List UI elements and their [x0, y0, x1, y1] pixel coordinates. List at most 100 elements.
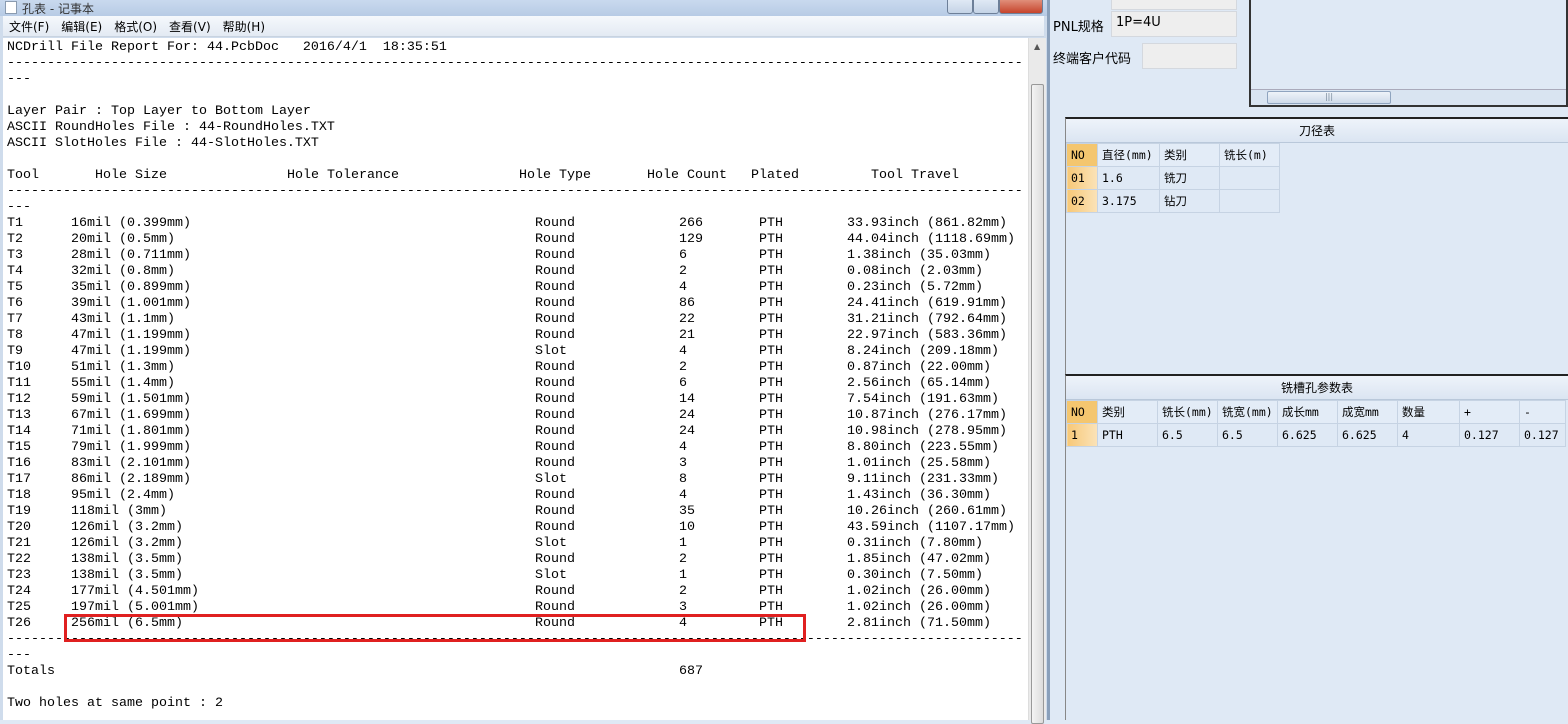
table-row-text: 3: [679, 456, 687, 471]
menu-help[interactable]: 帮助(H): [223, 18, 265, 35]
menu-file[interactable]: 文件(F): [9, 18, 49, 35]
horizontal-scrollbar[interactable]: |||: [1251, 89, 1566, 105]
table-row-text: PTH: [759, 296, 783, 311]
table-row: T1 16mil (0.399mm) Round 266 PTH 33.93inch (8…: [7, 216, 1024, 232]
table-row-text: T8: [7, 328, 23, 343]
table-row-text: 6: [679, 376, 687, 391]
table-row-text: 0.30inch (7.50mm): [847, 568, 983, 583]
table-row-text: T9: [7, 344, 23, 359]
table-row-text: T25: [7, 600, 31, 615]
table-row-text: 55mil (1.4mm): [71, 376, 175, 391]
table-row-text: Round: [535, 376, 575, 391]
column-headers-text: Tool Travel: [871, 168, 959, 183]
customer-code-field[interactable]: [1142, 43, 1237, 69]
table-row[interactable]: 1 PTH 6.5 6.5 6.625 6.625 4 0.127 0.127: [1066, 423, 1566, 447]
table-row-text: T19: [7, 504, 31, 519]
table-row-text: T11: [7, 376, 31, 391]
table-cell[interactable]: 6.625: [1337, 423, 1398, 447]
table-row-text: Slot: [535, 472, 567, 487]
table-row-text: Round: [535, 456, 575, 471]
table-row-text: Round: [535, 584, 575, 599]
table-row-text: Slot: [535, 568, 567, 583]
text-editor[interactable]: NCDrill File Report For: 44.PcbDoc 2016/…: [3, 38, 1028, 720]
table-row-text: 7.54inch (191.63mm): [847, 392, 999, 407]
table-cell[interactable]: [1219, 166, 1280, 190]
table-cell[interactable]: 01: [1066, 166, 1098, 190]
table-row-text: PTH: [759, 504, 783, 519]
table-cell[interactable]: PTH: [1097, 423, 1158, 447]
table-row-text: 4: [679, 344, 687, 359]
table-row: T9 47mil (1.199mm) Slot 4 PTH 8.24inch (209.1…: [7, 344, 1024, 360]
table-row-text: 138mil (3.5mm): [71, 568, 183, 583]
title-bar: 孔表 - 记事本: [0, 0, 1047, 16]
table-row-text: Round: [535, 232, 575, 247]
table-row-text: 67mil (1.699mm): [71, 408, 191, 423]
table-cell[interactable]: 钻刀: [1159, 189, 1220, 213]
table-row-text: 86mil (2.189mm): [71, 472, 191, 487]
minimize-button[interactable]: [947, 0, 973, 14]
table-row-text: Round: [535, 216, 575, 231]
table-row: T25 197mil (5.001mm) Round 3 PTH 1.02inch (26…: [7, 600, 1024, 616]
close-button[interactable]: [999, 0, 1043, 14]
table-row-text: PTH: [759, 424, 783, 439]
table-row-text: T16: [7, 456, 31, 471]
table-row-text: 129: [679, 232, 703, 247]
table-cell[interactable]: 0.127: [1459, 423, 1520, 447]
table-cell[interactable]: 6.5: [1217, 423, 1278, 447]
column-headers-text: Hole Size: [95, 168, 167, 183]
table-row-text: 1: [679, 536, 687, 551]
customer-code-label: 终端客户代码: [1053, 52, 1132, 67]
column-header: 成长mm: [1277, 400, 1338, 424]
table-row-text: 8.80inch (223.55mm): [847, 440, 999, 455]
blank: [7, 680, 1024, 696]
dash-line: ---: [7, 648, 1024, 664]
scroll-thumb[interactable]: |||: [1267, 91, 1391, 104]
table-cell[interactable]: 3.175: [1097, 189, 1160, 213]
column-headers: Tool Hole Size Hole Tolerance Hole Type Hole…: [7, 168, 1024, 184]
table-row-text: 266: [679, 216, 703, 231]
table-row-text: T5: [7, 280, 23, 295]
top-field[interactable]: [1111, 0, 1237, 10]
table-row-text: Round: [535, 424, 575, 439]
table-row[interactable]: 01 1.6 铣刀: [1066, 166, 1280, 190]
slot-table-panel: 铣槽孔参数表 NO 类别 铣长(mm) 铣宽(mm) 成长mm 成宽mm 数量 + -1 PTH 6…: [1065, 374, 1568, 720]
table-cell[interactable]: 4: [1397, 423, 1460, 447]
table-cell[interactable]: 铣刀: [1159, 166, 1220, 190]
table-row[interactable]: 02 3.175 钻刀: [1066, 189, 1280, 213]
table-cell[interactable]: 0.127: [1519, 423, 1566, 447]
report-header: NCDrill File Report For: 44.PcbDoc 2016/…: [7, 40, 1024, 56]
table-row-text: Round: [535, 552, 575, 567]
menu-edit[interactable]: 编辑(E): [61, 18, 102, 35]
table-cell[interactable]: 6.5: [1157, 423, 1218, 447]
table-cell[interactable]: 02: [1066, 189, 1098, 213]
table-cell[interactable]: [1219, 189, 1280, 213]
table-row-text: 1.85inch (47.02mm): [847, 552, 991, 567]
menu-format[interactable]: 格式(O): [114, 18, 157, 35]
table-row: T11 55mil (1.4mm) Round 6 PTH 2.56inch (65.14…: [7, 376, 1024, 392]
scroll-thumb[interactable]: [1031, 84, 1044, 724]
table-row-text: 16mil (0.399mm): [71, 216, 191, 231]
table-cell[interactable]: 6.625: [1277, 423, 1338, 447]
layer-pair-text: Layer Pair : Top Layer to Bottom Layer: [7, 104, 311, 119]
table-row: T10 51mil (1.3mm) Round 2 PTH 0.87inch (22.00…: [7, 360, 1024, 376]
vertical-scrollbar[interactable]: ▲: [1028, 38, 1046, 724]
table-row: T14 71mil (1.801mm) Round 24 PTH 10.98inch (2…: [7, 424, 1024, 440]
maximize-button[interactable]: [973, 0, 999, 14]
table-row-text: 47mil (1.199mm): [71, 344, 191, 359]
table-row-text: 86: [679, 296, 695, 311]
table-cell[interactable]: 1.6: [1097, 166, 1160, 190]
menu-view[interactable]: 查看(V): [169, 18, 211, 35]
table-row: T16 83mil (2.101mm) Round 3 PTH 1.01inch (25.…: [7, 456, 1024, 472]
table-row-text: PTH: [759, 264, 783, 279]
table-row-text: 44.04inch (1118.69mm): [847, 232, 1015, 247]
table-row-text: 22: [679, 312, 695, 327]
table-header-row: NO 类别 铣长(mm) 铣宽(mm) 成长mm 成宽mm 数量 + -: [1066, 400, 1566, 424]
table-row: T7 43mil (1.1mm) Round 22 PTH 31.21inch (792.…: [7, 312, 1024, 328]
pnl-field[interactable]: 1P=4U: [1111, 11, 1237, 37]
scroll-up-icon[interactable]: ▲: [1034, 42, 1040, 51]
table-cell[interactable]: 1: [1066, 423, 1098, 447]
table-row-text: 1.38inch (35.03mm): [847, 248, 991, 263]
table-row-text: Round: [535, 520, 575, 535]
table-row-text: Round: [535, 408, 575, 423]
table-row-text: T6: [7, 296, 23, 311]
